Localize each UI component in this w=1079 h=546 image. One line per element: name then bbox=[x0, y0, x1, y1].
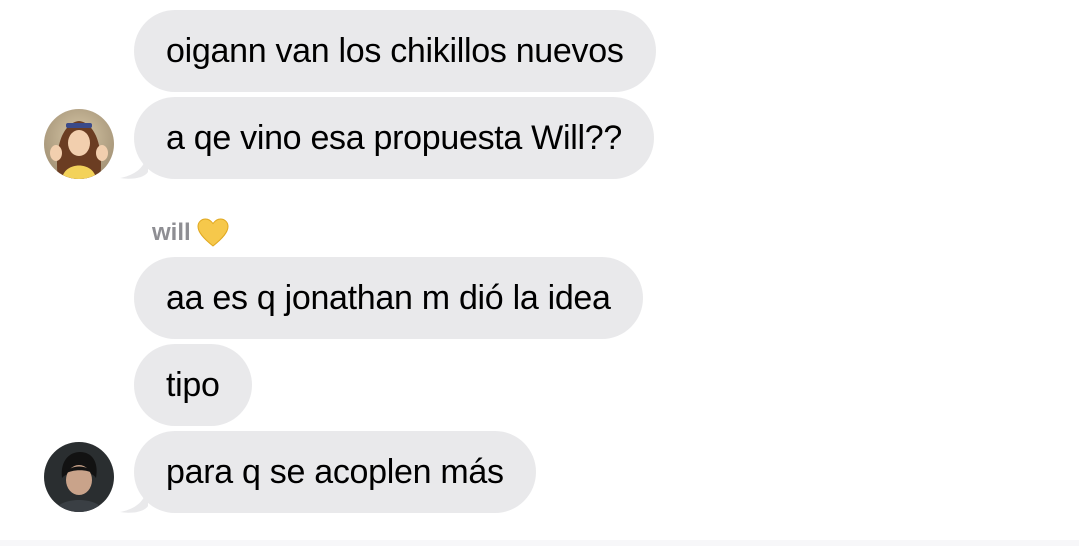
bubble-tail bbox=[120, 484, 148, 513]
message-text: oigann van los chikillos nuevos bbox=[166, 32, 624, 70]
sender-name: will bbox=[152, 216, 229, 250]
avatar[interactable] bbox=[44, 109, 114, 179]
bubble-tail bbox=[120, 150, 148, 179]
girl-avatar-icon bbox=[44, 109, 114, 179]
avatar[interactable] bbox=[44, 442, 114, 512]
sender-label: will bbox=[152, 219, 191, 246]
message-bubble[interactable]: oigann van los chikillos nuevos bbox=[134, 10, 656, 92]
boy-avatar-icon bbox=[44, 442, 114, 512]
message-text: aa es q jonathan m dió la idea bbox=[166, 279, 611, 317]
divider bbox=[0, 540, 1079, 546]
message-bubble[interactable]: aa es q jonathan m dió la idea bbox=[134, 257, 643, 339]
message-bubble[interactable]: tipo bbox=[134, 344, 252, 426]
yellow-heart-icon bbox=[197, 218, 229, 247]
message-text: tipo bbox=[166, 366, 220, 404]
message-text: para q se acoplen más bbox=[166, 453, 504, 491]
message-text: a qe vino esa propuesta Will?? bbox=[166, 119, 622, 157]
message-bubble[interactable]: para q se acoplen más bbox=[134, 431, 536, 513]
message-bubble[interactable]: a qe vino esa propuesta Will?? bbox=[134, 97, 654, 179]
